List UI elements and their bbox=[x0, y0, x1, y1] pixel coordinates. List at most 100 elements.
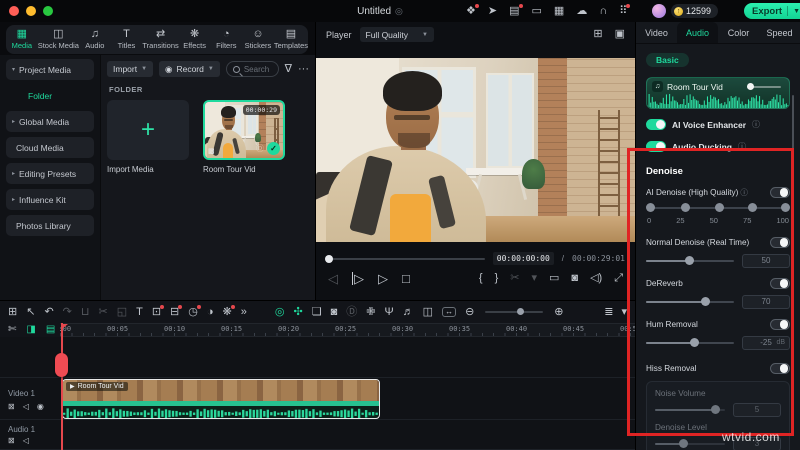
hum-removal-value[interactable]: -25 dB bbox=[742, 335, 790, 350]
tab-audio[interactable]: ♫ Audio bbox=[79, 29, 111, 51]
basic-pill[interactable]: Basic bbox=[646, 53, 689, 67]
tab-filters[interactable]: ◔ Filters bbox=[210, 29, 242, 51]
undo-icon[interactable]: ↶ bbox=[44, 306, 53, 318]
render-preview-icon[interactable]: ◎ bbox=[275, 306, 285, 318]
more-tools-icon[interactable]: » bbox=[241, 306, 247, 318]
sidebar-item-photos-library[interactable]: Photos Library bbox=[6, 215, 94, 236]
layout-grid-icon[interactable]: ⊞ bbox=[8, 306, 17, 318]
slider-handle[interactable] bbox=[690, 338, 700, 347]
voiceover-mic-icon[interactable]: Ψ bbox=[384, 306, 393, 318]
noise-volume-value[interactable]: 5 bbox=[733, 402, 781, 417]
clip-thumbnail[interactable]: 00:00:29 ▩ Ⓓ ✓ bbox=[203, 100, 285, 160]
more-options-icon[interactable]: ··· bbox=[298, 63, 309, 75]
tab-media[interactable]: ▦ Media bbox=[6, 29, 38, 51]
step-dot[interactable] bbox=[680, 203, 690, 212]
search-box[interactable] bbox=[225, 61, 279, 77]
clip-tile-room-tour-vid[interactable]: 00:00:29 ▩ Ⓓ ✓ Room Tour Vid bbox=[203, 100, 285, 174]
slider-handle[interactable] bbox=[679, 439, 688, 448]
track-film-icon[interactable]: ▤ bbox=[46, 325, 55, 335]
support-icon[interactable]: ∩ bbox=[599, 5, 607, 17]
dereverb-slider[interactable] bbox=[646, 297, 734, 306]
tab-audio-settings[interactable]: Audio bbox=[677, 22, 718, 43]
smart-tools-icon[interactable]: ✣ bbox=[293, 306, 302, 318]
hum-removal-toggle[interactable] bbox=[770, 318, 790, 330]
maximize-window-button[interactable] bbox=[43, 6, 53, 16]
sidebar-item-cloud-media[interactable]: Cloud Media bbox=[6, 137, 94, 158]
mute-icon[interactable]: ◁ bbox=[23, 403, 29, 411]
step-dot[interactable] bbox=[715, 203, 725, 212]
tab-titles[interactable]: T Titles bbox=[111, 29, 143, 51]
import-media-tile[interactable]: + Import Media bbox=[107, 100, 189, 174]
dereverb-toggle[interactable] bbox=[770, 277, 790, 289]
stop-icon[interactable]: □ bbox=[402, 272, 410, 285]
normal-denoise-value[interactable]: 50 bbox=[742, 253, 790, 268]
track-layout-icon[interactable]: ≣ bbox=[604, 306, 613, 318]
step-dot[interactable] bbox=[646, 203, 655, 212]
tab-stock-media[interactable]: ◫ Stock Media bbox=[38, 29, 79, 51]
search-input[interactable] bbox=[243, 64, 272, 74]
info-icon[interactable]: ⓘ bbox=[738, 141, 746, 152]
close-window-button[interactable] bbox=[9, 6, 19, 16]
color-wheel-icon[interactable]: ◑ bbox=[207, 306, 214, 318]
step-dot[interactable] bbox=[748, 203, 758, 212]
fit-screen-icon[interactable]: ▭ bbox=[549, 273, 559, 284]
tab-speed[interactable]: Speed bbox=[759, 22, 800, 43]
caret-down-icon[interactable]: ▾ bbox=[621, 306, 627, 318]
crop-icon[interactable]: ◱ bbox=[117, 306, 127, 318]
share-icon[interactable]: ➤ bbox=[488, 5, 497, 17]
split-caret-icon[interactable]: ▾ bbox=[531, 273, 537, 284]
redo-icon[interactable]: ↷ bbox=[63, 306, 72, 318]
lock-icon[interactable]: ⊠ bbox=[8, 437, 15, 445]
pip-icon[interactable]: ⊡ bbox=[152, 304, 165, 318]
audio-mixer-icon[interactable]: ♬ bbox=[403, 306, 414, 318]
tab-effects[interactable]: ❋ Effects bbox=[179, 29, 211, 51]
grid-view-icon[interactable]: ⊞ bbox=[593, 29, 602, 40]
seek-bar[interactable] bbox=[325, 254, 485, 263]
smart-cut-icon[interactable]: ✄ bbox=[8, 325, 16, 335]
fullscreen-icon[interactable]: ⤢ bbox=[614, 273, 623, 284]
volume-icon[interactable]: ◁) bbox=[590, 273, 602, 284]
playhead-flag[interactable] bbox=[62, 324, 68, 329]
play-icon[interactable]: ▷ bbox=[378, 272, 388, 285]
tab-color[interactable]: Color bbox=[718, 22, 759, 43]
split-screen-icon[interactable]: ◫ bbox=[423, 306, 433, 318]
quick-split-icon[interactable]: ✂ bbox=[510, 273, 519, 284]
hide-icon[interactable]: ◉ bbox=[37, 403, 44, 411]
tab-stickers[interactable]: ☺ Stickers bbox=[242, 29, 274, 51]
compare-view-icon[interactable]: ▣ bbox=[615, 29, 625, 40]
audio-clip-card[interactable]: ♫ Room Tour Vid bbox=[646, 77, 790, 109]
mark-out-icon[interactable]: } bbox=[495, 273, 499, 284]
dereverb-value[interactable]: 70 bbox=[742, 294, 790, 309]
denoise-level-slider[interactable] bbox=[655, 439, 725, 448]
timeline-clip-room-tour-vid[interactable]: ▶ Room Tour Vid bbox=[62, 379, 380, 419]
ai-denoise-step-slider[interactable] bbox=[646, 203, 791, 213]
export-button[interactable]: Export ▼ bbox=[744, 3, 800, 19]
lock-icon[interactable]: ⊠ bbox=[8, 403, 15, 411]
slider-handle[interactable] bbox=[710, 405, 720, 414]
ai-denoise-toggle[interactable] bbox=[770, 186, 790, 198]
timeline-zoom-slider[interactable] bbox=[485, 308, 544, 315]
info-icon[interactable]: ⓘ bbox=[740, 187, 748, 198]
delete-icon[interactable]: ⊔ bbox=[81, 306, 90, 318]
proxy-icon[interactable]: Ⓓ bbox=[346, 306, 357, 318]
seek-handle[interactable] bbox=[325, 254, 333, 263]
device-icon[interactable]: ▭ bbox=[532, 5, 542, 17]
split-scissors-icon[interactable]: ✂ bbox=[98, 306, 107, 318]
step-dot[interactable] bbox=[781, 203, 791, 212]
timeline-ruler[interactable]: 00:0000:0500:1000:1500:2000:2500:3000:35… bbox=[60, 323, 635, 337]
tab-transitions[interactable]: ⇄ Transitions bbox=[142, 29, 178, 51]
mask-icon[interactable]: ✙ bbox=[366, 306, 375, 318]
cloud-upload-icon[interactable]: ☁ bbox=[576, 5, 587, 17]
sidebar-item-influence-kit[interactable]: ▸ Influence Kit bbox=[6, 189, 94, 210]
record-button[interactable]: ◉ Record ▼ bbox=[159, 61, 220, 77]
slider-handle[interactable] bbox=[700, 297, 710, 306]
motion-track-icon[interactable]: ❋ bbox=[223, 304, 236, 318]
import-button[interactable]: Import ▼ bbox=[107, 61, 154, 77]
tab-templates[interactable]: ▤ Templates bbox=[274, 29, 308, 51]
sidebar-item-global-media[interactable]: ▸ Global Media bbox=[6, 111, 94, 132]
slider-handle[interactable] bbox=[517, 308, 525, 315]
credits-badge[interactable]: ↑ 12599 bbox=[671, 4, 719, 18]
speed-icon[interactable]: ◷ bbox=[188, 304, 201, 318]
filter-icon[interactable]: ∇ bbox=[285, 63, 292, 75]
playhead-marker[interactable] bbox=[55, 353, 68, 377]
